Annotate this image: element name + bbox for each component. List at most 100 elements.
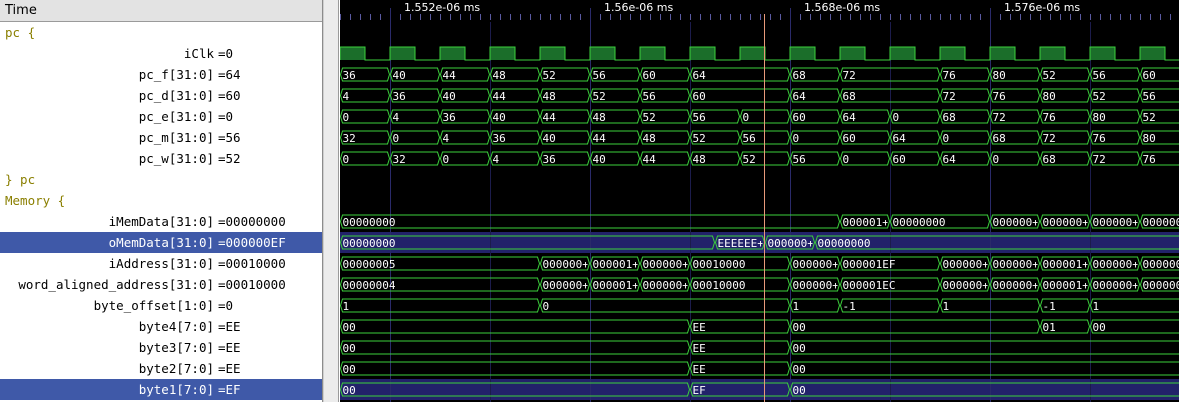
group-label[interactable]: } pc (0, 169, 322, 190)
bus-value-label: 80 (1143, 132, 1156, 145)
signal-value: =EE (218, 340, 241, 355)
bus-value-label: 76 (1043, 111, 1056, 124)
bus-value-label: 60 (693, 90, 706, 103)
signal-row[interactable]: pc_f[31:0] =64 (0, 64, 322, 85)
bus-value-label: 000000+ (1093, 216, 1140, 229)
signal-row[interactable]: pc_w[31:0] =52 (0, 148, 322, 169)
signal-row[interactable]: byte4[7:0] =EE (0, 316, 322, 337)
signal-name: iAddress[31:0] (108, 256, 214, 271)
splitter-handle[interactable] (323, 0, 339, 402)
signal-row[interactable]: pc_m[31:0] =56 (0, 127, 322, 148)
signal-value: =64 (218, 67, 241, 82)
bus-value-label: 64 (793, 90, 807, 103)
bus-value-label: 000000+ (1093, 258, 1140, 271)
bus-value-label: 000000+ (993, 216, 1040, 229)
clock-high-pulse (390, 47, 415, 60)
bus-value-label: 36 (393, 90, 406, 103)
clock-high-pulse (490, 47, 515, 60)
signal-row[interactable]: byte3[7:0] =EE (0, 337, 322, 358)
bus-value-label: 52 (643, 111, 656, 124)
waveform-panel[interactable]: 1.552e-06 ms 1.56e-06 ms 1.568e-06 ms 1.576… (340, 0, 1179, 402)
signal-names-panel[interactable]: Time pc {iClk =0 pc_f[31:0] =64 pc_d[31:0] =6… (0, 0, 323, 402)
time-tick-label: 1.576e-06 ms (1004, 1, 1080, 14)
bus-value-label: EF (693, 384, 706, 397)
signal-row[interactable]: byte2[7:0] =EE (0, 358, 322, 379)
bus-value-label: EEEEEE+ (718, 237, 765, 250)
bus-value-label: 1 (1093, 300, 1100, 313)
bus-segment (789, 340, 1179, 355)
clock-high-pulse (690, 47, 715, 60)
bus-value-label: 0 (743, 111, 750, 124)
bus-value-label: 52 (1143, 111, 1156, 124)
bus-value-label: 0 (993, 153, 1000, 166)
bus-value-label: 52 (1043, 69, 1056, 82)
signal-value: =0 (218, 46, 234, 61)
bus-value-label: 000000+ (793, 279, 840, 292)
group-label[interactable]: Memory { (0, 190, 322, 211)
signal-row[interactable]: oMemData[31:0] =000000EF (0, 232, 322, 253)
bus-value-label: 36 (343, 69, 356, 82)
signal-row[interactable]: pc_e[31:0] =0 (0, 106, 322, 127)
bus-segment (340, 298, 541, 313)
bus-segment (789, 319, 1041, 334)
bus-value-label: 36 (543, 153, 556, 166)
waveform-canvas[interactable]: 1.552e-06 ms 1.56e-06 ms 1.568e-06 ms 1.576… (340, 0, 1179, 402)
bus-value-label: 60 (793, 111, 806, 124)
signal-name: pc_w[31:0] (138, 151, 214, 166)
bus-value-label: 52 (1093, 90, 1106, 103)
bus-value-label: 44 (443, 69, 457, 82)
bus-value-label: 76 (943, 69, 956, 82)
bus-value-label: 1 (343, 300, 350, 313)
bus-value-label: 36 (443, 111, 456, 124)
bus-value-label: 000000+ (943, 258, 990, 271)
signal-row[interactable]: iMemData[31:0] =00000000 (0, 211, 322, 232)
signal-value: =0 (218, 109, 234, 124)
bus-value-label: 000000+ (1043, 216, 1090, 229)
bus-value-label: 000001+ (1043, 279, 1090, 292)
bus-value-label: 00000004 (343, 279, 396, 292)
bus-value-label: 0000000 (1143, 279, 1179, 292)
signal-value: =00000000 (218, 214, 286, 229)
bus-value-label: 60 (893, 153, 906, 166)
bus-value-label: 68 (943, 111, 956, 124)
clock-high-pulse (640, 47, 665, 60)
bus-value-label: EE (693, 363, 706, 376)
bus-value-label: 40 (593, 153, 606, 166)
signal-row[interactable]: byte_offset[1:0] =0 (0, 295, 322, 316)
signal-row[interactable]: word_aligned_address[31:0] =00010000 (0, 274, 322, 295)
bus-value-label: 000001+ (1043, 258, 1090, 271)
bus-value-label: -1 (1043, 300, 1056, 313)
bus-value-label: 000001+ (593, 258, 640, 271)
signal-row[interactable]: byte1[7:0] =EF (0, 379, 322, 400)
signal-row[interactable]: pc_d[31:0] =60 (0, 85, 322, 106)
clock-high-pulse (1040, 47, 1065, 60)
bus-value-label: 00010000 (693, 279, 746, 292)
signal-value: =56 (218, 130, 241, 145)
bus-value-label: 0 (893, 111, 900, 124)
group-label[interactable]: pc { (0, 22, 322, 43)
bus-value-label: 56 (643, 90, 656, 103)
bus-value-label: 48 (543, 90, 556, 103)
bus-value-label: 44 (643, 153, 657, 166)
bus-value-label: 48 (693, 153, 706, 166)
bus-value-label: 0000000 (1143, 258, 1179, 271)
bus-value-label: 0 (443, 153, 450, 166)
bus-value-label: 4 (393, 111, 400, 124)
signal-value: =00010000 (218, 256, 286, 271)
bus-segment (340, 319, 691, 334)
signal-row[interactable]: iClk =0 (0, 43, 322, 64)
bus-value-label: 72 (1043, 132, 1056, 145)
bus-value-label: 00 (343, 321, 356, 334)
bus-value-label: 64 (843, 111, 857, 124)
bus-segment (1089, 298, 1179, 313)
signal-row[interactable]: iAddress[31:0] =00010000 (0, 253, 322, 274)
clock-high-pulse (1090, 47, 1115, 60)
bus-value-label: 80 (993, 69, 1006, 82)
bus-value-label: 000000+ (643, 258, 690, 271)
signal-name: pc_f[31:0] (138, 67, 214, 82)
bus-value-label: 000001+ (593, 279, 640, 292)
bus-value-label: 48 (593, 111, 606, 124)
bus-value-label: 56 (593, 69, 606, 82)
bus-value-label: 000001EC (843, 279, 896, 292)
bus-value-label: 56 (1093, 69, 1106, 82)
